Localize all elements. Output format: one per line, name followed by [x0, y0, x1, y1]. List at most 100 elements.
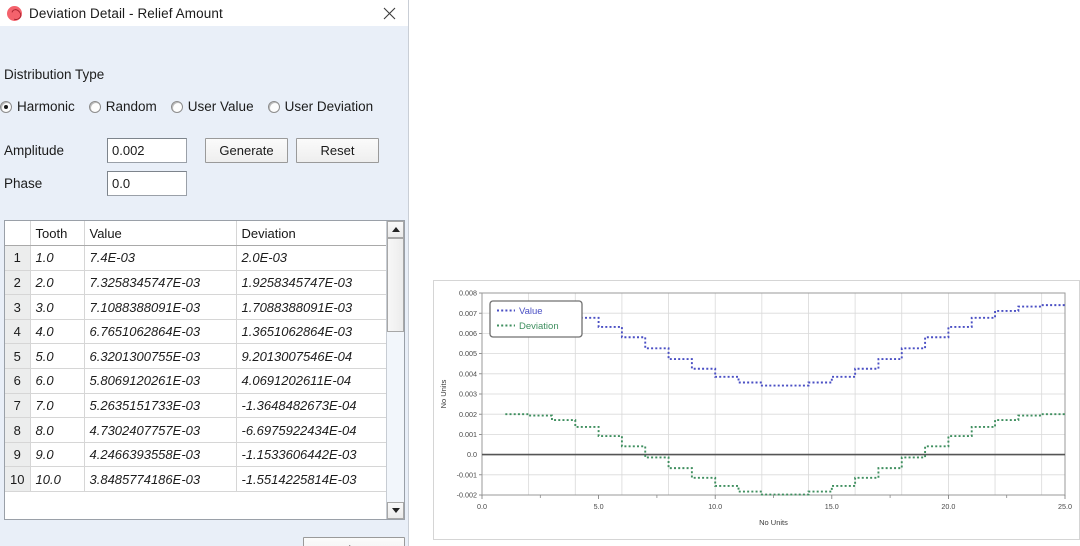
- y-tick-label: -0.001: [457, 470, 477, 479]
- value-cell[interactable]: 7.1088388091E-03: [84, 294, 237, 320]
- scroll-up-arrow-icon[interactable]: [387, 221, 404, 238]
- phase-input[interactable]: [107, 171, 187, 196]
- deviation-cell[interactable]: 1.3651062864E-03: [236, 319, 386, 345]
- radio-user-value[interactable]: User Value: [170, 99, 254, 114]
- radio-mark-icon: [170, 100, 183, 113]
- value-cell[interactable]: 4.7302407757E-03: [84, 417, 237, 443]
- phase-row: Phase: [4, 171, 187, 196]
- y-tick-label: 0.002: [459, 410, 477, 419]
- table-row[interactable]: 4 4.0 6.7651062864E-03 1.3651062864E-03: [5, 319, 386, 345]
- y-tick-label: 0.0: [467, 450, 477, 459]
- radio-harmonic[interactable]: Harmonic: [0, 99, 75, 114]
- row-index-cell: 9: [5, 442, 31, 468]
- row-index-cell: 5: [5, 343, 31, 370]
- table-row[interactable]: 9 9.0 4.2466393558E-03 -1.1533606442E-03: [5, 442, 386, 468]
- tooth-cell[interactable]: 5.0: [30, 343, 85, 370]
- generate-button[interactable]: Generate: [205, 138, 288, 163]
- value-cell[interactable]: 3.8485774186E-03: [84, 466, 237, 493]
- value-cell[interactable]: 6.7651062864E-03: [84, 319, 237, 345]
- table-row[interactable]: 8 8.0 4.7302407757E-03 -6.6975922434E-04: [5, 417, 386, 443]
- preview-button[interactable]: Preview >>: [303, 537, 405, 546]
- deviation-cell[interactable]: 4.0691202611E-04: [236, 368, 386, 394]
- tooth-cell[interactable]: 10.0: [30, 466, 85, 493]
- deviation-cell[interactable]: 9.2013007546E-04: [236, 343, 386, 370]
- scroll-down-arrow-icon[interactable]: [387, 502, 404, 519]
- y-axis-title: No Units: [439, 379, 448, 408]
- radio-random[interactable]: Random: [88, 99, 157, 114]
- table-row[interactable]: 10 10.0 3.8485774186E-03 -1.5514225814E-03: [5, 466, 386, 493]
- radio-user-deviation[interactable]: User Deviation: [267, 99, 374, 114]
- distribution-type-radio-group: Harmonic Random User Value User Deviatio…: [0, 99, 409, 114]
- radio-harmonic-label: Harmonic: [17, 99, 75, 114]
- tooth-cell[interactable]: 2.0: [30, 270, 85, 296]
- radio-user-deviation-label: User Deviation: [284, 99, 374, 114]
- radio-mark-icon: [267, 100, 280, 113]
- tooth-cell[interactable]: 9.0: [30, 442, 85, 468]
- table-scroll-area: Tooth Value Deviation 1 1.0 7.4E-03 2.0E-03…: [5, 221, 386, 519]
- value-cell[interactable]: 4.2466393558E-03: [84, 442, 237, 468]
- x-tick-label: 20.0: [941, 502, 955, 511]
- value-cell[interactable]: 7.4E-03: [84, 245, 237, 271]
- screen: Deviation Detail - Relief Amount Distrib…: [0, 0, 1080, 546]
- amplitude-row: Amplitude: [4, 138, 187, 163]
- value-cell[interactable]: 6.3201300755E-03: [84, 343, 237, 370]
- value-cell[interactable]: 5.8069120261E-03: [84, 368, 237, 394]
- table-vertical-scrollbar[interactable]: [386, 221, 404, 519]
- dialog-body: Distribution Type Harmonic Random User V…: [0, 26, 408, 546]
- col-header-index: [5, 221, 31, 247]
- table-row[interactable]: 5 5.0 6.3201300755E-03 9.2013007546E-04: [5, 343, 386, 370]
- col-header-tooth[interactable]: Tooth: [30, 221, 85, 247]
- deviation-chart: 0.008 0.007 0.006 0.005 0.004 0.003 0.002 0.001…: [439, 289, 1072, 527]
- amplitude-input[interactable]: [107, 138, 187, 163]
- value-cell[interactable]: 7.3258345747E-03: [84, 270, 237, 296]
- deviation-cell[interactable]: -6.6975922434E-04: [236, 417, 386, 443]
- deviation-table: Tooth Value Deviation 1 1.0 7.4E-03 2.0E-03…: [4, 220, 405, 520]
- table-row[interactable]: 3 3.0 7.1088388091E-03 1.7088388091E-03: [5, 294, 386, 320]
- radio-mark-icon: [0, 100, 12, 113]
- table-row[interactable]: 1 1.0 7.4E-03 2.0E-03: [5, 245, 386, 271]
- y-tick-label: 0.006: [459, 329, 477, 338]
- tooth-cell[interactable]: 3.0: [30, 294, 85, 320]
- row-index-cell: 6: [5, 368, 31, 394]
- radio-random-label: Random: [105, 99, 157, 114]
- scrollbar-track[interactable]: [387, 238, 404, 502]
- value-cell[interactable]: 5.2635151733E-03: [84, 393, 237, 419]
- deviation-cell[interactable]: -1.3648482673E-04: [236, 393, 386, 419]
- x-tick-label: 5.0: [594, 502, 604, 511]
- y-tick-label: 0.003: [459, 390, 477, 399]
- row-index-cell: 2: [5, 270, 31, 296]
- deviation-cell[interactable]: -1.1533606442E-03: [236, 442, 386, 468]
- deviation-grid: Tooth Value Deviation 1 1.0 7.4E-03 2.0E-03…: [5, 221, 386, 493]
- table-row[interactable]: 2 2.0 7.3258345747E-03 1.9258345747E-03: [5, 270, 386, 296]
- deviation-cell[interactable]: 2.0E-03: [236, 245, 386, 271]
- deviation-cell[interactable]: -1.5514225814E-03: [236, 466, 386, 493]
- y-tick-label: 0.004: [459, 369, 477, 378]
- phase-label: Phase: [4, 176, 43, 191]
- deviation-cell[interactable]: 1.9258345747E-03: [236, 270, 386, 296]
- x-tick-label: 15.0: [825, 502, 839, 511]
- y-tick-label: 0.005: [459, 349, 477, 358]
- reset-button[interactable]: Reset: [296, 138, 379, 163]
- row-index-cell: 1: [5, 245, 31, 271]
- tooth-cell[interactable]: 4.0: [30, 319, 85, 345]
- row-index-cell: 4: [5, 319, 31, 345]
- deviation-cell[interactable]: 1.7088388091E-03: [236, 294, 386, 320]
- row-index-cell: 7: [5, 393, 31, 419]
- scrollbar-thumb[interactable]: [387, 238, 404, 332]
- window-title: Deviation Detail - Relief Amount: [29, 5, 223, 21]
- row-index-cell: 10: [5, 466, 31, 493]
- tooth-cell[interactable]: 8.0: [30, 417, 85, 443]
- col-header-value[interactable]: Value: [84, 221, 237, 247]
- table-row[interactable]: 6 6.0 5.8069120261E-03 4.0691202611E-04: [5, 368, 386, 394]
- tooth-cell[interactable]: 6.0: [30, 368, 85, 394]
- table-body: 1 1.0 7.4E-03 2.0E-03 2 2.0 7.3258345747E-03 1.…: [5, 245, 386, 493]
- table-row[interactable]: 7 7.0 5.2635151733E-03 -1.3648482673E-04: [5, 393, 386, 419]
- x-tick-label: 0.0: [477, 502, 487, 511]
- col-header-deviation[interactable]: Deviation: [236, 221, 386, 247]
- tooth-cell[interactable]: 7.0: [30, 393, 85, 419]
- close-icon[interactable]: [374, 1, 404, 25]
- tooth-cell[interactable]: 1.0: [30, 245, 85, 271]
- app-icon: [7, 5, 22, 21]
- x-axis-title: No Units: [759, 518, 788, 527]
- radio-mark-icon: [88, 100, 101, 113]
